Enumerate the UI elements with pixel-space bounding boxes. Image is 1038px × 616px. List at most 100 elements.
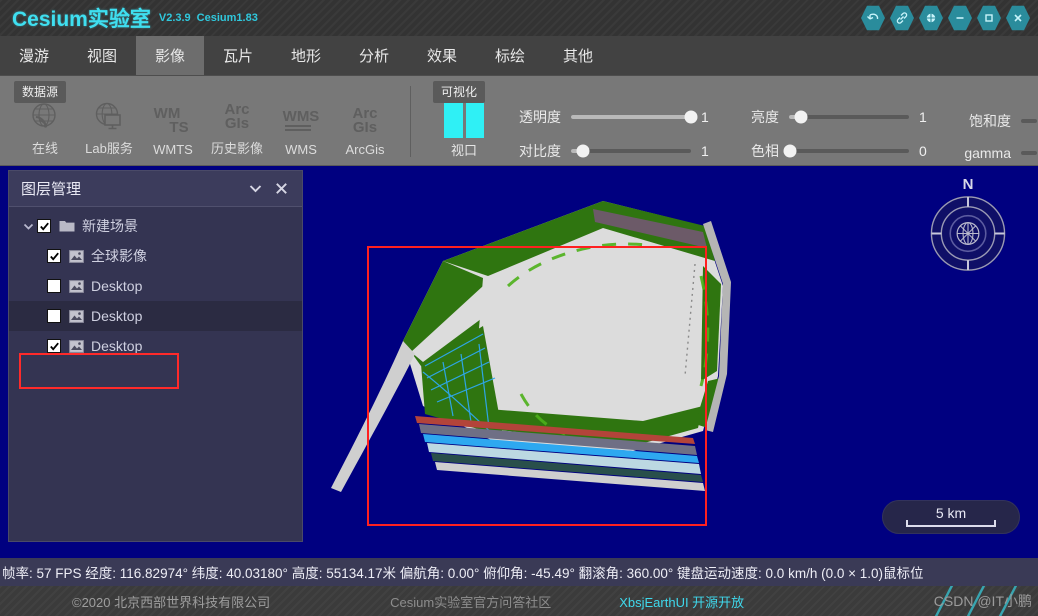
checkbox-desktop-1[interactable] bbox=[47, 279, 61, 293]
slider-thumb-contrast[interactable] bbox=[576, 144, 590, 158]
tree-label-global-imagery: 全球影像 bbox=[91, 248, 147, 264]
image-layer-icon bbox=[69, 249, 84, 263]
tool-label-wmts: WMTS bbox=[153, 142, 193, 157]
status-bar: 帧率: 57 FPS 经度: 116.82974° 纬度: 40.03180° … bbox=[0, 558, 1038, 586]
compass-widget[interactable]: N bbox=[922, 176, 1014, 274]
tab-effects[interactable]: 效果 bbox=[408, 36, 476, 75]
slider-thumb-hue[interactable] bbox=[783, 144, 797, 158]
checkbox-desktop-2[interactable] bbox=[47, 309, 61, 323]
collapse-button[interactable] bbox=[242, 176, 268, 202]
ribbon-group-datasource: 数据源 在线 Lab服务 WM TS WMTS Arc GIs 历史影像 WMS… bbox=[0, 76, 419, 165]
tab-imagery[interactable]: 影像 bbox=[136, 36, 204, 75]
globe-target-button[interactable] bbox=[919, 5, 943, 31]
datasource-tools: 在线 Lab服务 WM TS WMTS Arc GIs 历史影像 WMS WMS… bbox=[0, 97, 402, 165]
tree-row-global-imagery[interactable]: 全球影像 bbox=[9, 241, 302, 271]
checkbox-scene[interactable] bbox=[37, 219, 51, 233]
watermark-text: CSDN @IT小鹏 bbox=[933, 593, 1032, 609]
wmts-line2: TS bbox=[169, 119, 189, 136]
tool-arcgis[interactable]: Arc GIs ArcGis bbox=[334, 101, 396, 159]
tool-label-online: 在线 bbox=[31, 141, 58, 156]
status-text: 帧率: 57 FPS 经度: 116.82974° 纬度: 40.03180° … bbox=[2, 566, 924, 581]
footer-qa-link[interactable]: Cesium实验室官方问答社区 bbox=[390, 592, 551, 611]
slider-track-contrast[interactable] bbox=[571, 144, 691, 158]
tool-viewport[interactable]: 视口 bbox=[433, 98, 495, 159]
tool-wms[interactable]: WMS WMS bbox=[270, 101, 332, 159]
check-icon bbox=[49, 342, 59, 351]
tree-row-scene[interactable]: 新建场景 bbox=[9, 211, 302, 241]
main-tab-bar: 漫游 视图 影像 瓦片 地形 分析 效果 标绘 其他 bbox=[0, 36, 1038, 76]
footer-copyright: ©2020 北京西部世界科技有限公司 bbox=[72, 594, 271, 610]
group-title-datasource: 数据源 bbox=[14, 81, 67, 103]
app-brand-title: Cesium实验室 bbox=[12, 8, 151, 31]
viewport-icon bbox=[444, 98, 484, 138]
tab-view[interactable]: 视图 bbox=[68, 36, 136, 75]
tool-historical-imagery[interactable]: Arc GIs 历史影像 bbox=[206, 97, 268, 159]
arcgis-text-icon: Arc GIs bbox=[342, 101, 388, 141]
footer-opensource-link[interactable]: XbsjEarthUI 开源开放 bbox=[619, 592, 744, 611]
tool-label-wms: WMS bbox=[285, 142, 317, 157]
maximize-button[interactable] bbox=[977, 5, 1001, 31]
tool-lab-service[interactable]: Lab服务 bbox=[78, 97, 140, 159]
close-panel-button[interactable] bbox=[268, 176, 294, 202]
undo-icon bbox=[867, 13, 879, 20]
slider-track-saturation[interactable] bbox=[1021, 119, 1037, 123]
slider-label-brightness: 亮度 bbox=[751, 109, 779, 125]
arcgis-text-icon: Arc GIs bbox=[214, 97, 260, 137]
visualization-tools: 视口 bbox=[419, 98, 495, 165]
slider-track-hue[interactable] bbox=[783, 144, 909, 158]
layer-tree: 新建场景 全球影像 Desktop Desktop Desktop bbox=[9, 207, 302, 541]
close-button[interactable] bbox=[1006, 5, 1030, 31]
image-layer-icon bbox=[69, 279, 84, 293]
wmts-text-icon: WM TS bbox=[150, 101, 196, 141]
checkbox-global-imagery[interactable] bbox=[47, 249, 61, 263]
tree-row-desktop-1[interactable]: Desktop bbox=[9, 271, 302, 301]
tree-label-desktop-3: Desktop bbox=[91, 338, 143, 354]
compass-icon bbox=[930, 195, 1006, 272]
slider-fill bbox=[571, 115, 691, 119]
tab-roam[interactable]: 漫游 bbox=[0, 36, 68, 75]
expand-chevron-icon[interactable] bbox=[19, 220, 37, 233]
check-icon bbox=[39, 222, 49, 231]
scale-bar: 5 km bbox=[882, 500, 1020, 534]
slider-track-gamma[interactable] bbox=[1021, 151, 1037, 155]
tree-row-desktop-2[interactable]: Desktop bbox=[9, 301, 302, 331]
window-controls bbox=[861, 5, 1030, 31]
tab-terrain[interactable]: 地形 bbox=[272, 36, 340, 75]
slider-thumb-opacity[interactable] bbox=[684, 110, 698, 124]
link-button[interactable] bbox=[890, 5, 914, 31]
slider-label-saturation: 饱和度 bbox=[969, 113, 1011, 129]
tree-row-desktop-3[interactable]: Desktop bbox=[9, 331, 302, 361]
globe-monitor-icon bbox=[86, 97, 132, 137]
slider-value-hue: 0 bbox=[919, 143, 927, 159]
tool-wmts[interactable]: WM TS WMTS bbox=[142, 101, 204, 159]
scale-ruler-icon bbox=[906, 520, 996, 527]
footer-bar: ©2020 北京西部世界科技有限公司 Cesium实验室官方问答社区 XbsjE… bbox=[0, 586, 1038, 616]
image-layer-icon bbox=[69, 339, 84, 353]
slider-track-opacity[interactable] bbox=[571, 110, 698, 124]
app-version: V2.3.9 bbox=[158, 12, 191, 24]
tool-label-historical-imagery: 历史影像 bbox=[210, 141, 263, 156]
tab-other[interactable]: 其他 bbox=[544, 36, 612, 75]
tree-label-desktop-1: Desktop bbox=[91, 278, 143, 294]
tab-plotting[interactable]: 标绘 bbox=[476, 36, 544, 75]
main-body: N 5 km 图层管理 新建场景 全球影像 Desktop Desktop De… bbox=[0, 166, 1038, 558]
map-viewport[interactable]: N 5 km bbox=[303, 166, 1038, 558]
slider-column-2: 亮度 1 色相 0 bbox=[713, 107, 931, 165]
slider-gamma: gamma bbox=[957, 145, 1037, 161]
tab-analysis[interactable]: 分析 bbox=[340, 36, 408, 75]
slider-column-1: 透明度 1 对比度 1 bbox=[495, 107, 713, 165]
minimize-button[interactable] bbox=[948, 5, 972, 31]
tab-tiles[interactable]: 瓦片 bbox=[204, 36, 272, 75]
undo-button[interactable] bbox=[861, 5, 885, 31]
globe-signal-icon bbox=[22, 97, 68, 137]
minimize-icon bbox=[956, 17, 964, 19]
tool-online[interactable]: 在线 bbox=[14, 97, 76, 159]
cesium-engine-version: Cesium1.83 bbox=[196, 12, 258, 24]
checkbox-desktop-3[interactable] bbox=[47, 339, 61, 353]
slider-track-brightness[interactable] bbox=[789, 110, 909, 124]
layer-management-panel: 图层管理 新建场景 全球影像 Desktop Desktop Desktop bbox=[8, 170, 303, 542]
compass-north-label: N bbox=[962, 176, 974, 193]
watermark: CSDN @IT小鹏 bbox=[934, 586, 1032, 616]
slider-thumb-brightness[interactable] bbox=[794, 110, 808, 124]
wms-lines-icon bbox=[284, 125, 311, 132]
